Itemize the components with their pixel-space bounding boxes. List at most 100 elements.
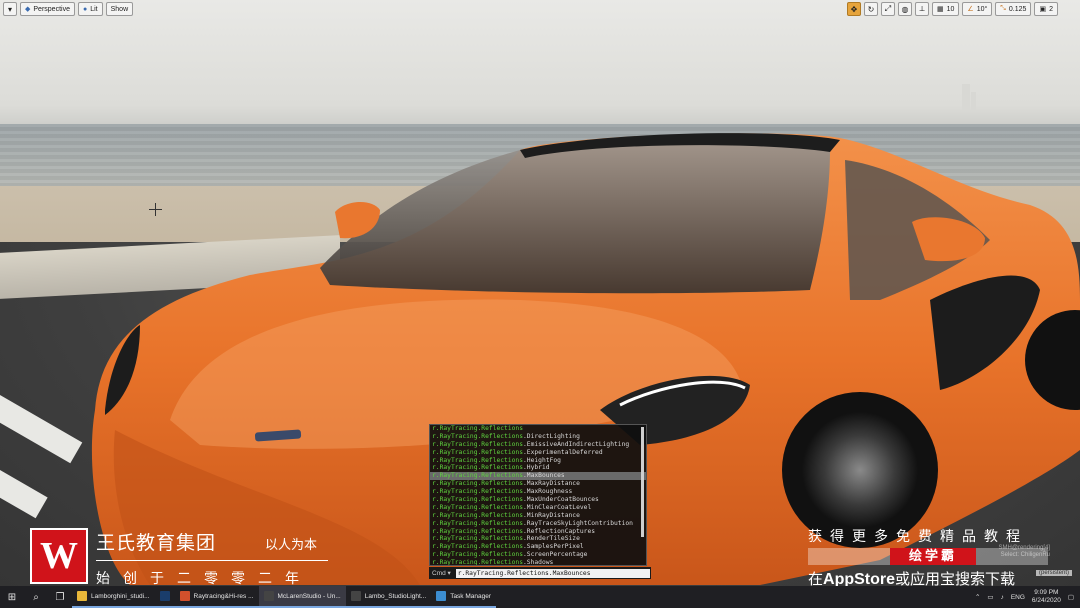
taskbar-app[interactable]: Raytracing&Hi-res ... <box>174 586 259 608</box>
scale-snap-button[interactable]: ⤡ 0.125 <box>995 2 1032 16</box>
grid-snap-button[interactable]: ▦ 10 <box>932 2 960 16</box>
suggestion-rest: .RayTraceSkyLightContribution <box>523 519 633 527</box>
console-suggestion[interactable]: r.RayTracing.Reflections.RayTraceSkyLigh… <box>430 520 646 528</box>
console-suggestion[interactable]: r.RayTracing.Reflections.Hybrid <box>430 464 646 472</box>
tray-overflow-icon[interactable]: ⌃ <box>975 593 980 601</box>
taskbar-app[interactable] <box>154 586 175 608</box>
console-suggestion[interactable]: r.RayTracing.Reflections <box>430 425 646 433</box>
console-input[interactable]: r.RayTracing.Reflections.MaxBounces <box>455 568 650 578</box>
input-language[interactable]: ENG <box>1011 594 1025 601</box>
show-button[interactable]: Show <box>105 2 134 16</box>
system-tray: ⌃ ▭ ♪ ENG 9:09 PM 6/24/2020 ▢ <box>975 589 1080 605</box>
editor-viewport[interactable]: ▾ ◆ Perspective ● Lit Show ✥ ↻ ⤢ ◍ ⟂ ▦ 1… <box>0 0 1080 586</box>
move-icon: ✥ <box>850 4 858 14</box>
suggestion-rest: .MinRayDistance <box>523 511 580 519</box>
suggestion-match: r.RayTracing.Reflections <box>432 440 523 448</box>
console-suggestion[interactable]: r.RayTracing.Reflections.MaxBounces <box>430 472 646 481</box>
promo-headline: 获得更多免费精品教程 <box>808 529 1028 545</box>
suggestion-rest: .EmissiveAndIndirectLighting <box>523 440 630 448</box>
console-suggestion[interactable]: r.RayTracing.Reflections.MaxRayDistance <box>430 480 646 488</box>
console-suggestion[interactable]: r.RayTracing.Reflections.SamplesPerPixel <box>430 543 646 551</box>
suggestion-rest: .MaxRayDistance <box>523 480 580 488</box>
console-suggestion[interactable]: r.RayTracing.Reflections.ExperimentalDef… <box>430 449 646 457</box>
task-view-button[interactable]: ❐ <box>48 586 72 608</box>
lit-sphere-icon: ● <box>82 5 88 13</box>
scale-tool-button[interactable]: ⤢ <box>881 2 895 16</box>
suggestion-match: r.RayTracing.Reflections <box>432 480 523 488</box>
company-logo: W <box>30 528 88 584</box>
suggestion-rest: .SamplesPerPixel <box>523 543 584 551</box>
suggestion-match: r.RayTracing.Reflections <box>432 519 523 527</box>
show-label: Show <box>110 5 129 13</box>
task-view-icon: ❐ <box>55 591 65 603</box>
app-icon <box>263 591 274 601</box>
viewport-toolbar-left: ▾ ◆ Perspective ● Lit Show <box>3 2 134 16</box>
camera-speed-value: 2 <box>1049 5 1053 13</box>
search-button[interactable]: ⌕ <box>24 586 48 608</box>
console-autocomplete-list[interactable]: r.RayTracing.Reflections r.RayTracing.Ref… <box>429 424 647 566</box>
console-suggestion[interactable]: r.RayTracing.Reflections.MinClearCoatLev… <box>430 504 646 512</box>
notifications-icon[interactable]: ▢ <box>1068 593 1074 601</box>
app-icon <box>179 591 190 601</box>
promo-band: 绘学霸 <box>808 548 1048 565</box>
console-suggestion[interactable]: r.RayTracing.Reflections.DirectLighting <box>430 433 646 441</box>
grid-icon: ▦ <box>937 6 944 13</box>
angle-icon: ∠ <box>967 6 974 13</box>
promo-brand: 绘学霸 <box>890 548 976 565</box>
console-scrollbar[interactable] <box>641 427 644 537</box>
suggestion-match: r.RayTracing.Reflections <box>432 511 523 519</box>
app-icon <box>159 591 170 601</box>
perspective-label: Perspective <box>33 5 70 13</box>
perspective-button[interactable]: ◆ Perspective <box>20 2 75 16</box>
globe-icon: ◍ <box>901 4 909 14</box>
console-suggestion[interactable]: r.RayTracing.Reflections.MaxUnderCoatBou… <box>430 496 646 504</box>
crosshair-icon <box>149 203 162 216</box>
promo-text: 或应用宝搜索下载 <box>895 570 1016 586</box>
promo-appstore: AppStore <box>823 571 896 586</box>
surface-snap-button[interactable]: ⟂ <box>915 2 929 16</box>
rotation-snap-button[interactable]: ∠ 10° <box>962 2 993 16</box>
viewport-options-menu[interactable]: ▾ <box>3 2 17 16</box>
console-suggestion[interactable]: r.RayTracing.Reflections.ReflectionCaptu… <box>430 528 646 536</box>
system-clock[interactable]: 9:09 PM 6/24/2020 <box>1032 589 1061 605</box>
surface-snap-icon: ⟂ <box>919 4 925 13</box>
camera-speed-button[interactable]: ▣ 2 <box>1034 2 1058 16</box>
suggestion-rest: .Hybrid <box>523 464 550 472</box>
console-suggestion[interactable]: r.RayTracing.Reflections.HeightFog <box>430 457 646 465</box>
taskbar-app[interactable]: Task Manager <box>431 586 497 608</box>
console-suggestion[interactable]: r.RayTracing.Reflections.MinRayDistance <box>430 512 646 520</box>
console-suggestion[interactable]: r.RayTracing.Reflections.RenderTileSize <box>430 535 646 543</box>
taskbar-app[interactable]: Lamborghini_studi... <box>72 586 155 608</box>
console-suggestion[interactable]: r.RayTracing.Reflections.Shadows <box>430 559 646 566</box>
suggestion-match: r.RayTracing.Reflections <box>432 559 523 566</box>
cmd-dropdown[interactable]: Cmd ▾ <box>429 569 454 577</box>
console-command-bar: Cmd ▾ r.RayTracing.Reflections.MaxBounce… <box>429 567 651 579</box>
console-suggestion[interactable]: r.RayTracing.Reflections.MaxRoughness <box>430 488 646 496</box>
company-slogan: 以人为本 <box>265 538 318 553</box>
clock-time: 9:09 PM <box>1034 589 1059 596</box>
windows-taskbar: ⊞ ⌕ ❐ Lamborghini_studi... Raytracing&Hi-… <box>0 586 1080 608</box>
suggestion-rest: .HeightFog <box>523 456 561 464</box>
lit-button[interactable]: ● Lit <box>77 2 103 16</box>
coordinate-system-button[interactable]: ◍ <box>898 2 912 16</box>
scale-snap-icon: ⤡ <box>1000 5 1006 12</box>
console-suggestion[interactable]: r.RayTracing.Reflections.ScreenPercentag… <box>430 551 646 559</box>
volume-icon[interactable]: ♪ <box>1001 594 1004 601</box>
taskbar-items: Lamborghini_studi... Raytracing&Hi-res ..… <box>72 586 497 608</box>
taskbar-app[interactable]: McLarenStudio - Un... <box>258 586 346 608</box>
start-button[interactable]: ⊞ <box>0 586 24 608</box>
suggestion-rest: .ScreenPercentage <box>523 551 588 559</box>
suggestion-match: r.RayTracing.Reflections <box>432 464 523 472</box>
console-suggestion[interactable]: r.RayTracing.Reflections.EmissiveAndIndi… <box>430 441 646 449</box>
search-icon: ⌕ <box>33 591 39 603</box>
promo-text: 在 <box>808 570 824 586</box>
rotate-tool-button[interactable]: ↻ <box>864 2 878 16</box>
persistent-label: (persistent) <box>1035 570 1072 576</box>
suggestion-rest: .DirectLighting <box>523 432 580 440</box>
suggestion-match: r.RayTracing.Reflections <box>432 432 523 440</box>
network-icon[interactable]: ▭ <box>987 593 993 601</box>
suggestion-match: r.RayTracing.Reflections <box>432 535 523 543</box>
translate-tool-button[interactable]: ✥ <box>847 2 861 16</box>
taskbar-app[interactable]: Lambo_StudioLight... <box>345 586 432 608</box>
app-icon <box>77 591 87 601</box>
